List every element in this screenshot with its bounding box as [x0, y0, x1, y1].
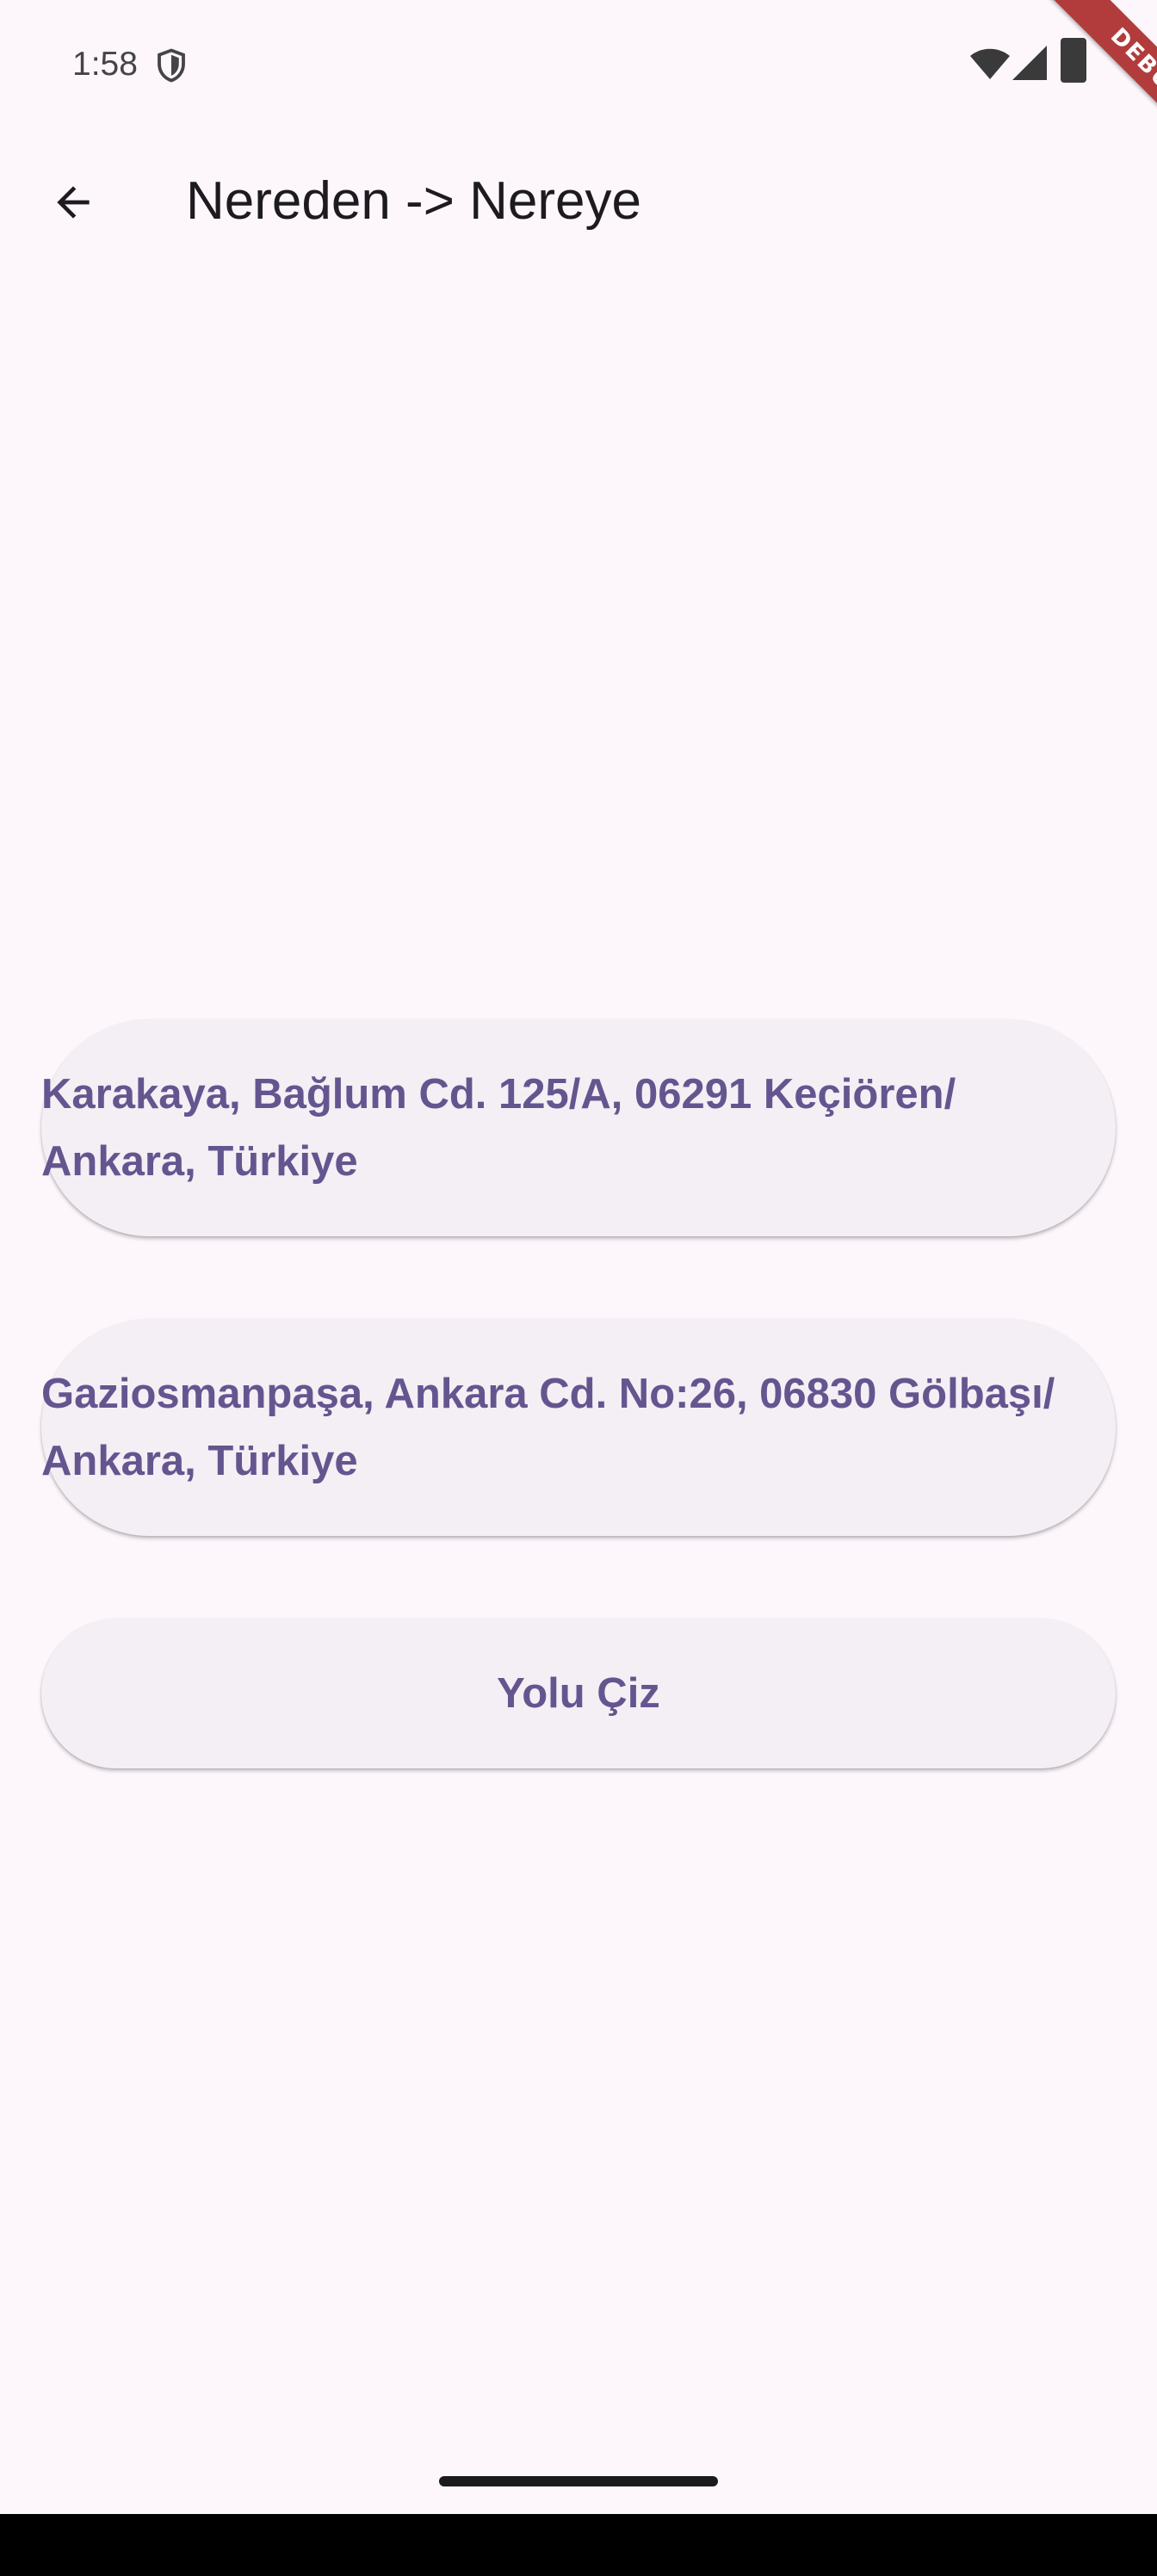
- draw-route-button[interactable]: Yolu Çiz: [41, 1619, 1116, 1768]
- page-title: Nereden -> Nereye: [186, 171, 641, 231]
- to-address-label: Gaziosmanpaşa, Ankara Cd. No:26, 06830 G…: [41, 1371, 1055, 1484]
- status-bar: 1:58: [0, 0, 1157, 129]
- status-time: 1:58: [72, 46, 138, 83]
- to-address-button[interactable]: Gaziosmanpaşa, Ankara Cd. No:26, 06830 G…: [41, 1319, 1116, 1536]
- shield-icon: [158, 48, 185, 83]
- home-indicator[interactable]: [439, 2476, 718, 2486]
- draw-route-label: Yolu Çiz: [497, 1670, 660, 1717]
- app-bar: Nereden -> Nereye: [0, 129, 1157, 276]
- from-address-label: Karakaya, Bağlum Cd. 125/A, 06291 Keçiör…: [41, 1071, 956, 1185]
- navigation-bar: [0, 2514, 1157, 2576]
- back-button[interactable]: [36, 165, 110, 239]
- from-address-button[interactable]: Karakaya, Bağlum Cd. 125/A, 06291 Keçiör…: [41, 1019, 1116, 1236]
- arrow-back-icon: [57, 186, 90, 219]
